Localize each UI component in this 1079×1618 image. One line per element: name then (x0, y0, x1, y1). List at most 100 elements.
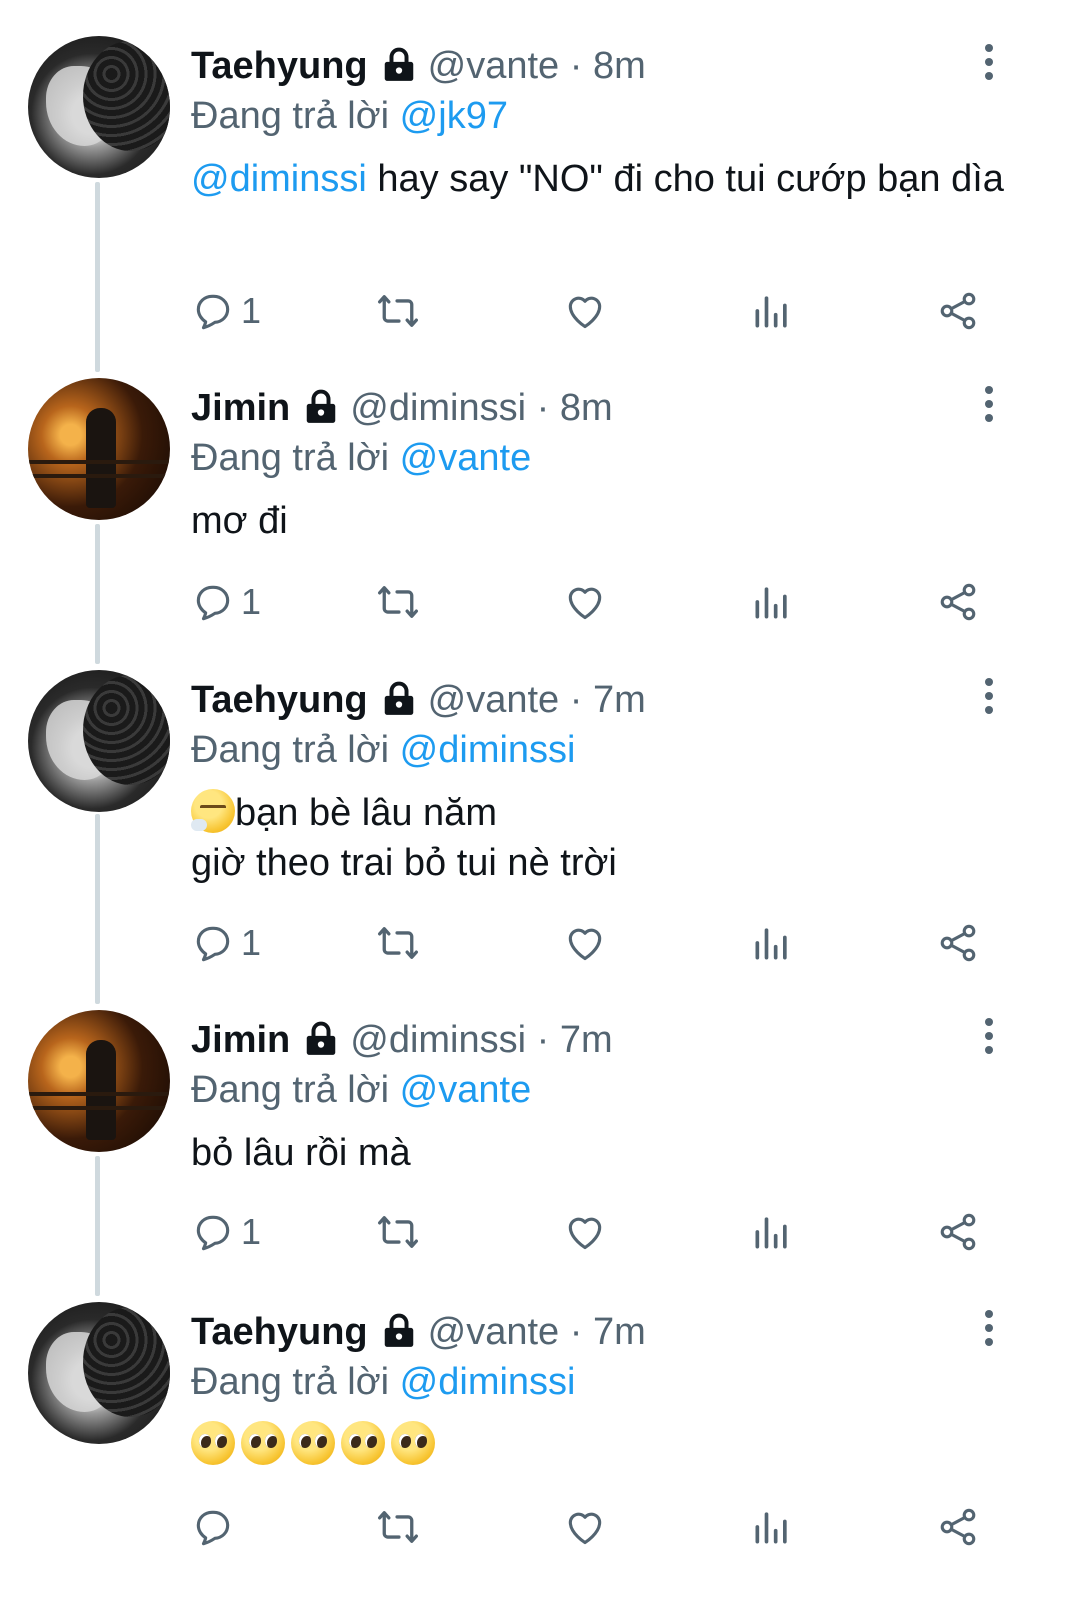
tweet[interactable]: Taehyung @vante · 8m Đang trả lời @jk97 @… (0, 36, 1079, 356)
display-name[interactable]: Taehyung (191, 45, 368, 87)
reply-button[interactable]: 1 (191, 577, 261, 627)
retweet-icon (378, 1511, 418, 1543)
handle[interactable]: @diminssi (350, 387, 526, 429)
reply-mention[interactable]: @jk97 (400, 95, 508, 137)
reply-count: 1 (241, 1211, 262, 1252)
more-vertical-icon[interactable] (978, 1308, 1000, 1348)
reply-button[interactable]: 1 (191, 286, 261, 336)
tweet-body-text: hay say "NO" đi cho tui cướp bạn dìa (366, 158, 1004, 200)
reply-mention[interactable]: @vante (400, 437, 532, 479)
more-vertical-icon[interactable] (978, 384, 1000, 424)
exhaling-face-emoji (191, 789, 235, 833)
like-button[interactable] (563, 577, 607, 627)
retweet-button[interactable] (376, 286, 420, 336)
like-button[interactable] (563, 286, 607, 336)
display-name[interactable]: Jimin (191, 387, 290, 429)
avatar[interactable] (28, 670, 170, 812)
handle[interactable]: @vante (428, 1311, 560, 1353)
like-button[interactable] (563, 1207, 607, 1257)
reply-mention[interactable]: @vante (400, 1069, 532, 1111)
display-name[interactable]: Taehyung (191, 1311, 368, 1353)
lock-icon (384, 681, 413, 715)
tweet-text: bỏ lâu rồi mà (191, 1128, 1021, 1178)
body-mention[interactable]: @diminssi (191, 158, 367, 200)
tweet[interactable]: Jimin @diminssi · 7m Đang trả lời @vante … (0, 1010, 1079, 1280)
replying-to-label: Đang trả lời (191, 95, 390, 137)
views-button[interactable] (750, 918, 794, 968)
tweet-body-line-2: giờ theo trai bỏ tui nè trời (191, 842, 617, 884)
retweet-icon (378, 586, 418, 618)
share-icon (940, 292, 976, 330)
reply-button[interactable]: 1 (191, 918, 261, 968)
reply-icon (196, 585, 230, 621)
pleading-face-emoji (291, 1421, 335, 1465)
analytics-icon (755, 1217, 787, 1249)
share-icon (940, 1213, 976, 1251)
heart-icon (568, 1512, 602, 1545)
reply-mention[interactable]: @diminssi (400, 1361, 576, 1403)
heart-icon (568, 1217, 602, 1250)
share-button[interactable] (936, 1207, 980, 1257)
timestamp[interactable]: · 7m (570, 679, 646, 721)
pleading-face-emoji (391, 1421, 435, 1465)
more-vertical-icon[interactable] (978, 42, 1000, 82)
reply-count: 1 (241, 290, 262, 331)
tweet-actions: 1 (0, 918, 1079, 968)
tweet-text: mơ đi (191, 496, 1021, 546)
timestamp[interactable]: · 7m (537, 1019, 613, 1061)
views-button[interactable] (750, 286, 794, 336)
share-icon (940, 583, 976, 621)
timestamp[interactable]: · 7m (570, 1311, 646, 1353)
tweet-text (191, 1420, 1021, 1470)
lock-icon (384, 47, 413, 81)
retweet-button[interactable] (376, 918, 420, 968)
tweet-body-text: mơ đi (191, 500, 288, 542)
timestamp[interactable]: · 8m (537, 387, 613, 429)
tweet-text: @diminssi hay say "NO" đi cho tui cướp b… (191, 154, 1021, 204)
more-vertical-icon[interactable] (978, 1016, 1000, 1056)
pleading-face-emoji (191, 1421, 235, 1465)
views-button[interactable] (750, 1207, 794, 1257)
tweet[interactable]: Taehyung @vante · 7m Đang trả lời @dimins… (0, 1302, 1079, 1602)
lock-icon (307, 389, 336, 423)
tweet[interactable]: Jimin @diminssi · 8m Đang trả lời @vante … (0, 378, 1079, 648)
display-name[interactable]: Jimin (191, 1019, 290, 1061)
avatar[interactable] (28, 1302, 170, 1444)
avatar[interactable] (28, 1010, 170, 1152)
retweet-button[interactable] (376, 1502, 420, 1552)
timestamp[interactable]: · 8m (570, 45, 646, 87)
handle[interactable]: @diminssi (350, 1019, 526, 1061)
views-button[interactable] (750, 1502, 794, 1552)
avatar[interactable] (28, 36, 170, 178)
share-button[interactable] (936, 577, 980, 627)
retweet-icon (378, 927, 418, 959)
heart-icon (568, 928, 602, 961)
reply-icon (196, 294, 230, 330)
share-button[interactable] (936, 918, 980, 968)
handle[interactable]: @vante (428, 679, 560, 721)
more-vertical-icon[interactable] (978, 676, 1000, 716)
views-button[interactable] (750, 577, 794, 627)
like-button[interactable] (563, 918, 607, 968)
share-button[interactable] (936, 1502, 980, 1552)
reply-button[interactable]: 1 (191, 1207, 261, 1257)
heart-icon (568, 587, 602, 620)
tweet-body-text: bỏ lâu rồi mà (191, 1132, 411, 1174)
share-button[interactable] (936, 286, 980, 336)
tweet[interactable]: Taehyung @vante · 7m Đang trả lời @dimins… (0, 670, 1079, 990)
reply-button[interactable] (191, 1502, 241, 1552)
avatar[interactable] (28, 378, 170, 520)
retweet-button[interactable] (376, 577, 420, 627)
retweet-button[interactable] (376, 1207, 420, 1257)
analytics-icon (755, 1512, 787, 1544)
reply-icon (196, 926, 230, 962)
lock-icon (384, 1313, 413, 1347)
retweet-icon (378, 295, 418, 327)
heart-icon (568, 296, 602, 329)
tweet-body-line-1: bạn bè lâu năm (235, 792, 497, 834)
handle[interactable]: @vante (428, 45, 560, 87)
tweet-actions: 1 (0, 577, 1079, 627)
display-name[interactable]: Taehyung (191, 679, 368, 721)
like-button[interactable] (563, 1502, 607, 1552)
reply-mention[interactable]: @diminssi (400, 729, 576, 771)
